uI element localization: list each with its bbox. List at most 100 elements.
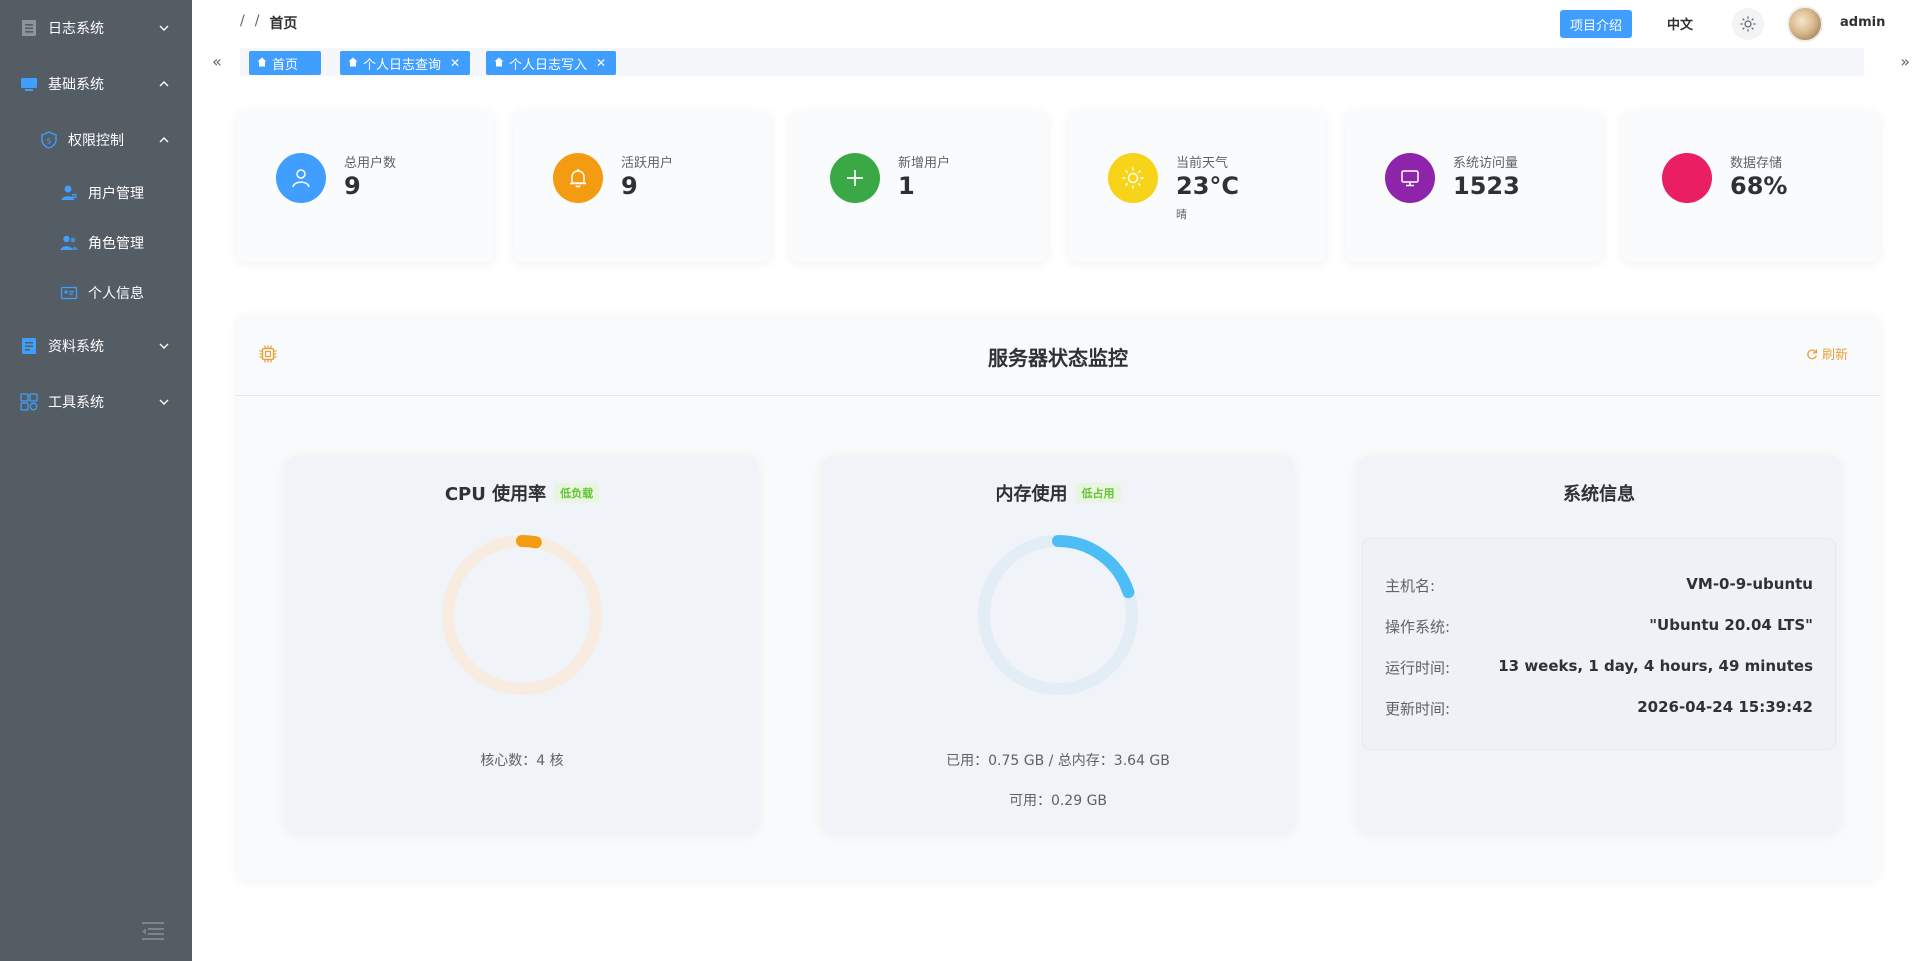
system-info-title-text: 系统信息 xyxy=(1563,484,1635,505)
monitor-title: 服务器状态监控 xyxy=(988,346,1128,370)
memory-panel: 内存使用 低占用 已用：0.75 GB / 总内存：3.64 GB 可用：0.2… xyxy=(822,456,1294,832)
stat-icon-bg xyxy=(553,153,603,203)
breadcrumb: / / 首页 xyxy=(240,13,297,33)
memory-used-text: 已用：0.75 GB / 总内存：3.64 GB xyxy=(946,753,1170,769)
sys-row-uptime: 运行时间: 13 weeks, 1 day, 4 hours, 49 minut… xyxy=(1385,657,1813,681)
monitor-header: 服务器状态监控 刷新 xyxy=(236,314,1880,396)
stat-icon-bg xyxy=(1108,153,1158,203)
sys-value: "Ubuntu 20.04 LTS" xyxy=(1649,616,1813,634)
sidebar-item-permission-control[interactable]: $ 权限控制 xyxy=(0,112,192,168)
tab-personal-log-query[interactable]: 个人日志查询 ✕ xyxy=(340,51,471,75)
sidebar-item-role-management[interactable]: 角色管理 xyxy=(0,218,192,268)
stat-label: 系统访问量 xyxy=(1453,156,1519,171)
tab-personal-log-write[interactable]: 个人日志写入 ✕ xyxy=(486,51,617,75)
stat-card-total-users: 总用户数 9 xyxy=(236,110,494,262)
stat-value: 1 xyxy=(898,172,915,200)
breadcrumb-separator: / xyxy=(240,13,245,29)
cpu-load-badge: 低负载 xyxy=(554,483,600,503)
memory-usage-badge: 低占用 xyxy=(1075,483,1121,503)
user-icon xyxy=(60,184,78,202)
tabs-track xyxy=(240,48,1864,76)
cpu-gauge-track xyxy=(442,535,602,695)
memory-title-text: 内存使用 xyxy=(995,484,1068,505)
sidebar-item-label: 用户管理 xyxy=(88,186,144,202)
tab-home[interactable]: 首页 xyxy=(249,51,322,75)
sidebar-item-data-system[interactable]: 资料系统 xyxy=(0,318,192,374)
stat-sub: 晴 xyxy=(1176,208,1187,221)
list-icon xyxy=(20,19,38,37)
tab-label: 个人日志写入 xyxy=(509,57,588,73)
username[interactable]: admin xyxy=(1840,15,1885,30)
stat-value: 68% xyxy=(1730,172,1788,200)
sys-key: 操作系统: xyxy=(1385,618,1451,636)
system-info-box: 主机名: VM-0-9-ubuntu 操作系统: "Ubuntu 20.04 L… xyxy=(1362,538,1836,750)
sidebar: 日志系统 基础系统 $ 权限控制 用户管理 角色管理 个人信息 资料系统 工具系… xyxy=(0,0,192,961)
stat-card-active-users: 活跃用户 9 xyxy=(513,110,771,262)
memory-available-text: 可用：0.29 GB xyxy=(1008,793,1108,809)
cpu-title-text: CPU 使用率 xyxy=(444,484,547,505)
sidebar-item-personal-info[interactable]: 个人信息 xyxy=(0,268,192,318)
breadcrumb-current: 首页 xyxy=(269,16,298,32)
sys-key: 更新时间: xyxy=(1385,700,1451,718)
stat-value: 23°C xyxy=(1176,172,1240,200)
stat-card-new-users: 新增用户 1 xyxy=(790,110,1048,262)
chevron-up-icon xyxy=(158,134,170,146)
sys-value: VM-0-9-ubuntu xyxy=(1686,575,1813,593)
plus-icon xyxy=(847,170,863,186)
shield-icon: $ xyxy=(40,131,58,149)
stat-label: 新增用户 xyxy=(898,156,951,171)
sys-key: 运行时间: xyxy=(1385,659,1451,677)
stat-card-weather: 当前天气 23°C 晴 xyxy=(1068,110,1326,262)
tabs-bar: « 首页 个人日志查询 ✕ 个人日志写入 ✕ » xyxy=(192,46,1916,78)
stat-label: 活跃用户 xyxy=(621,156,674,171)
refresh-label: 刷新 xyxy=(1821,348,1848,363)
cpu-gauge xyxy=(442,535,602,695)
tabs-scroll-right-icon[interactable]: » xyxy=(1900,52,1910,71)
breadcrumb-separator: / xyxy=(254,13,260,29)
stat-card-storage: 数据存储 68% xyxy=(1622,110,1880,262)
stat-icon-bg xyxy=(830,153,880,203)
avatar[interactable] xyxy=(1787,6,1823,42)
sys-row-updated: 更新时间: 2026-04-24 15:39:42 xyxy=(1385,698,1813,722)
sidebar-item-user-management[interactable]: 用户管理 xyxy=(0,168,192,218)
stat-icon-bg xyxy=(1385,153,1435,203)
sidebar-item-tool-system[interactable]: 工具系统 xyxy=(0,374,192,430)
close-icon[interactable]: ✕ xyxy=(450,56,460,70)
sys-row-os: 操作系统: "Ubuntu 20.04 LTS" xyxy=(1385,616,1813,640)
users-icon xyxy=(60,234,78,252)
sys-value: 2026-04-24 15:39:42 xyxy=(1637,698,1813,716)
sidebar-item-basic-system[interactable]: 基础系统 xyxy=(0,56,192,112)
stat-label: 当前天气 xyxy=(1176,156,1229,171)
theme-toggle-button[interactable] xyxy=(1732,8,1764,40)
sys-key: 主机名: xyxy=(1385,577,1436,595)
stat-card-visits: 系统访问量 1523 xyxy=(1345,110,1603,262)
stat-icon-bg xyxy=(1662,153,1712,203)
monitor-icon xyxy=(20,75,38,93)
tabs-scroll-left-icon[interactable]: « xyxy=(212,52,222,71)
stat-label: 数据存储 xyxy=(1730,156,1783,171)
stat-value: 9 xyxy=(621,172,638,200)
top-header: / / 首页 项目介绍 中文 admin xyxy=(192,0,1916,46)
sidebar-item-label: 个人信息 xyxy=(88,286,144,302)
cpu-cores-text: 核心数：4 核 xyxy=(480,753,564,769)
stat-icon-bg xyxy=(276,153,326,203)
svg-text:$: $ xyxy=(46,137,51,146)
language-switch[interactable]: 中文 xyxy=(1667,14,1693,33)
sidebar-item-label: 权限控制 xyxy=(68,133,124,149)
stat-label: 总用户数 xyxy=(344,156,397,171)
close-icon[interactable]: ✕ xyxy=(596,56,606,70)
sidebar-item-label: 角色管理 xyxy=(88,236,144,252)
chevron-up-icon xyxy=(158,78,170,90)
system-info-title: 系统信息 xyxy=(1358,480,1840,506)
sun-icon xyxy=(1740,16,1756,32)
home-icon xyxy=(257,56,267,71)
sidebar-item-log-system[interactable]: 日志系统 xyxy=(0,0,192,56)
sidebar-item-label: 资料系统 xyxy=(48,339,104,355)
sys-value: 13 weeks, 1 day, 4 hours, 49 minutes xyxy=(1498,657,1813,675)
tab-label: 个人日志查询 xyxy=(363,57,442,73)
refresh-button[interactable]: 刷新 xyxy=(1806,344,1848,363)
collapse-menu-icon[interactable] xyxy=(140,920,166,942)
memory-gauge xyxy=(978,535,1138,695)
project-intro-button[interactable]: 项目介绍 xyxy=(1560,10,1633,38)
tab-label: 首页 xyxy=(272,57,299,73)
